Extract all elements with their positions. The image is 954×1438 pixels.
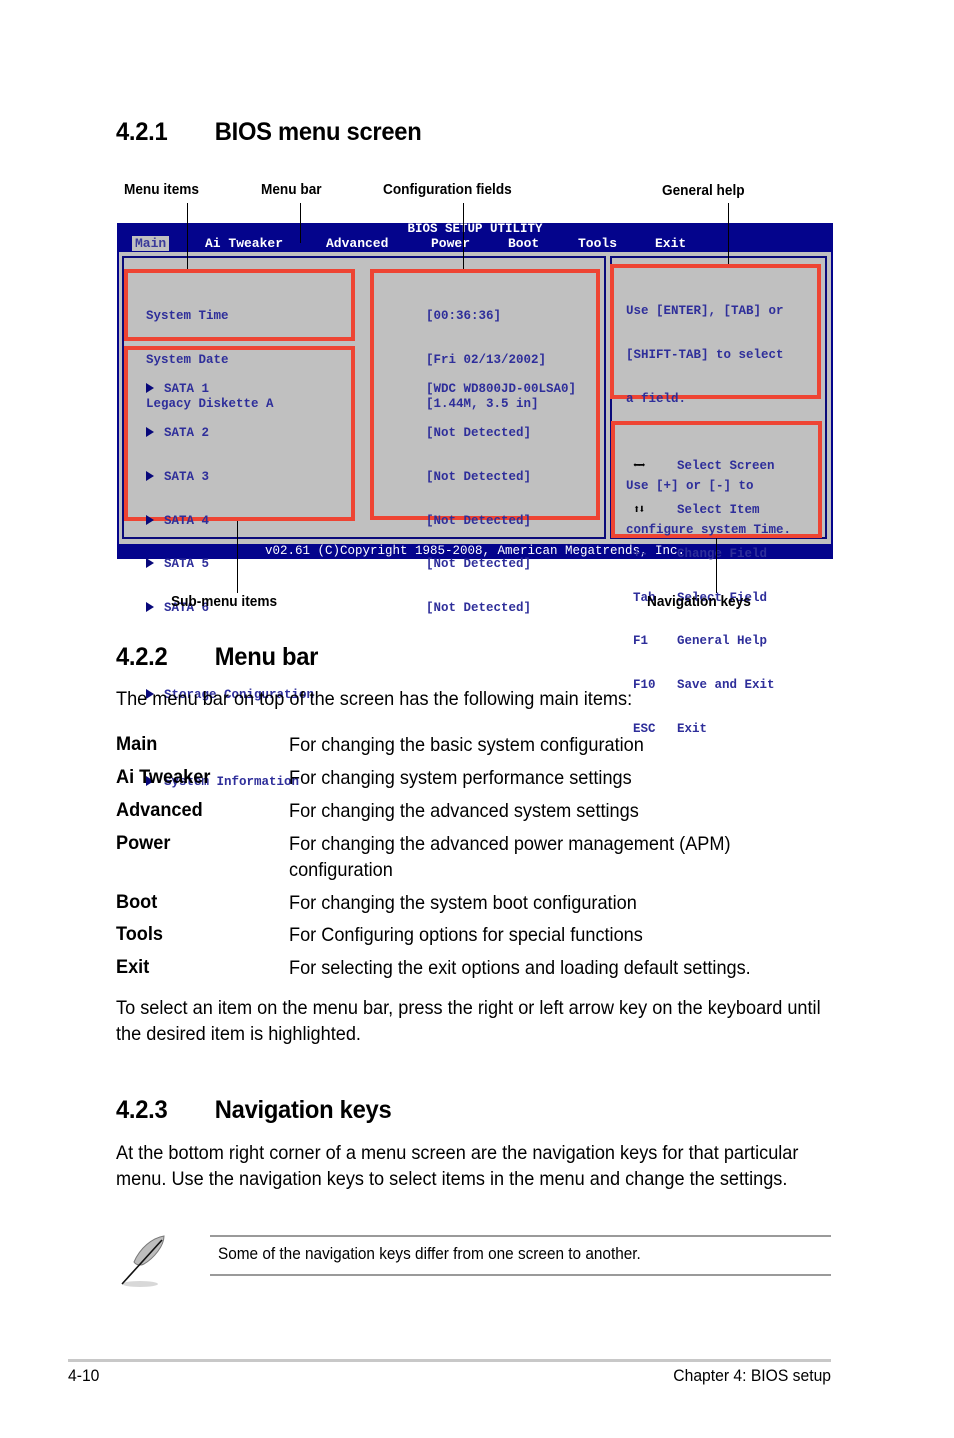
triangle-right-icon: [146, 602, 154, 613]
definition-description: For changing the advanced power manageme…: [289, 833, 731, 881]
chapter-title: Chapter 4: BIOS setup: [673, 1367, 831, 1385]
leader-line-navigation-keys: [716, 538, 717, 593]
bios-menu-boot[interactable]: Boot: [508, 236, 539, 251]
sata-value: [Not Detected]: [426, 557, 532, 572]
config-value-time[interactable]: [00:36:36]: [426, 309, 546, 324]
bios-menu-exit[interactable]: Exit: [655, 236, 686, 251]
definition-term: Tools: [116, 923, 164, 945]
menu-item-system-time[interactable]: System Time: [146, 309, 274, 324]
definition-description: For changing system performance settings: [289, 767, 632, 789]
definition-term: Power: [116, 832, 171, 854]
definition-description: For selecting the exit options and loadi…: [289, 957, 751, 979]
section-heading-4-2-1: 4.2.1 BIOS menu screen: [116, 118, 422, 147]
leader-line-general-help: [728, 203, 729, 264]
leader-line-menu-items: [187, 203, 188, 269]
sub-menu-item[interactable]: SATA 4: [146, 514, 314, 529]
footer-rule: [68, 1359, 831, 1362]
section-title: Navigation keys: [214, 1096, 392, 1124]
triangle-right-icon: [146, 426, 154, 437]
left-right-arrow-icon: ⬅➡: [633, 459, 645, 474]
definition-term: Main: [116, 733, 158, 755]
callout-navigation-keys: Navigation keys: [647, 594, 751, 610]
menu-bar-intro: The menu bar on top of the screen has th…: [116, 688, 633, 710]
sata-values: [WDC WD800JD-00LSA0] [Not Detected] [Not…: [426, 353, 576, 630]
feather-pen-icon: [114, 1232, 174, 1292]
section-number: 4.2.3: [116, 1096, 168, 1124]
sub-menu-item[interactable]: SATA 1: [146, 382, 314, 397]
nav-key-row: ⬅➡ Select Screen: [633, 459, 775, 474]
section-heading-4-2-3: 4.2.3 Navigation keys: [116, 1096, 392, 1125]
nav-key-row: F1 General Help: [633, 634, 768, 649]
bios-menu-tools[interactable]: Tools: [578, 236, 617, 251]
page-number: 4-10: [68, 1367, 100, 1385]
leader-line-menu-bar: [300, 203, 301, 243]
bios-title: BIOS SETUP UTILITY: [407, 222, 543, 236]
triangle-right-icon: [146, 514, 154, 525]
note-bottom-rule: [210, 1274, 831, 1276]
bios-menu-power[interactable]: Power: [431, 236, 470, 251]
definition-description: For changing the system boot configurati…: [289, 892, 637, 914]
section-number: 4.2.1: [116, 118, 168, 146]
callout-menu-items: Menu items: [124, 182, 199, 198]
sata-value: [Not Detected]: [426, 425, 532, 440]
note-text: Some of the navigation keys differ from …: [218, 1245, 641, 1263]
definition-description: For changing the basic system configurat…: [289, 734, 644, 756]
definition-term: Ai Tweaker: [116, 766, 211, 788]
menu-bar-outro: To select an item on the menu bar, press…: [116, 997, 821, 1045]
sata-value: [Not Detected]: [426, 513, 532, 528]
definition-description: For changing the advanced system setting…: [289, 800, 639, 822]
leader-line-sub-menu-items: [237, 521, 238, 593]
callout-general-help: General help: [662, 183, 745, 199]
definition-term: Exit: [116, 956, 150, 978]
navigation-keys-paragraph: At the bottom right corner of a menu scr…: [116, 1142, 799, 1190]
callout-sub-menu-items: Sub-menu items: [171, 594, 278, 610]
triangle-right-icon: [146, 383, 154, 394]
bios-menu-bar: Main Ai Tweaker Advanced Power Boot Tool…: [117, 235, 833, 251]
definition-description: For Configuring options for special func…: [289, 924, 643, 946]
triangle-right-icon: [146, 470, 154, 481]
note-top-rule: [210, 1235, 831, 1237]
section-title: Menu bar: [214, 643, 319, 671]
section-title: BIOS menu screen: [214, 118, 422, 146]
sata-value: [Not Detected]: [426, 469, 532, 484]
definition-term: Advanced: [116, 799, 203, 821]
sub-menu-item[interactable]: SATA 5: [146, 557, 314, 572]
leader-line-configuration-fields: [463, 203, 464, 269]
section-heading-4-2-2: 4.2.2 Menu bar: [116, 643, 318, 672]
bios-menu-main[interactable]: Main: [132, 236, 170, 251]
callout-menu-bar: Menu bar: [261, 182, 322, 198]
nav-key-row: +- Change Field: [633, 546, 768, 561]
bios-menu-ai-tweaker[interactable]: Ai Tweaker: [205, 236, 283, 251]
callout-configuration-fields: Configuration fields: [383, 182, 512, 198]
sub-menu-item[interactable]: SATA 2: [146, 426, 314, 441]
sata-value: [Not Detected]: [426, 601, 532, 616]
bios-menu-advanced[interactable]: Advanced: [326, 236, 388, 251]
sata-value: [WDC WD800JD-00LSA0]: [426, 382, 577, 397]
up-down-arrow-icon: ⬆⬇: [633, 502, 645, 517]
definition-term: Boot: [116, 891, 158, 913]
section-number: 4.2.2: [116, 643, 168, 671]
triangle-right-icon: [146, 558, 154, 569]
nav-key-row: ⬆⬇ Select Item: [633, 502, 760, 517]
sub-menu-item[interactable]: SATA 3: [146, 470, 314, 485]
